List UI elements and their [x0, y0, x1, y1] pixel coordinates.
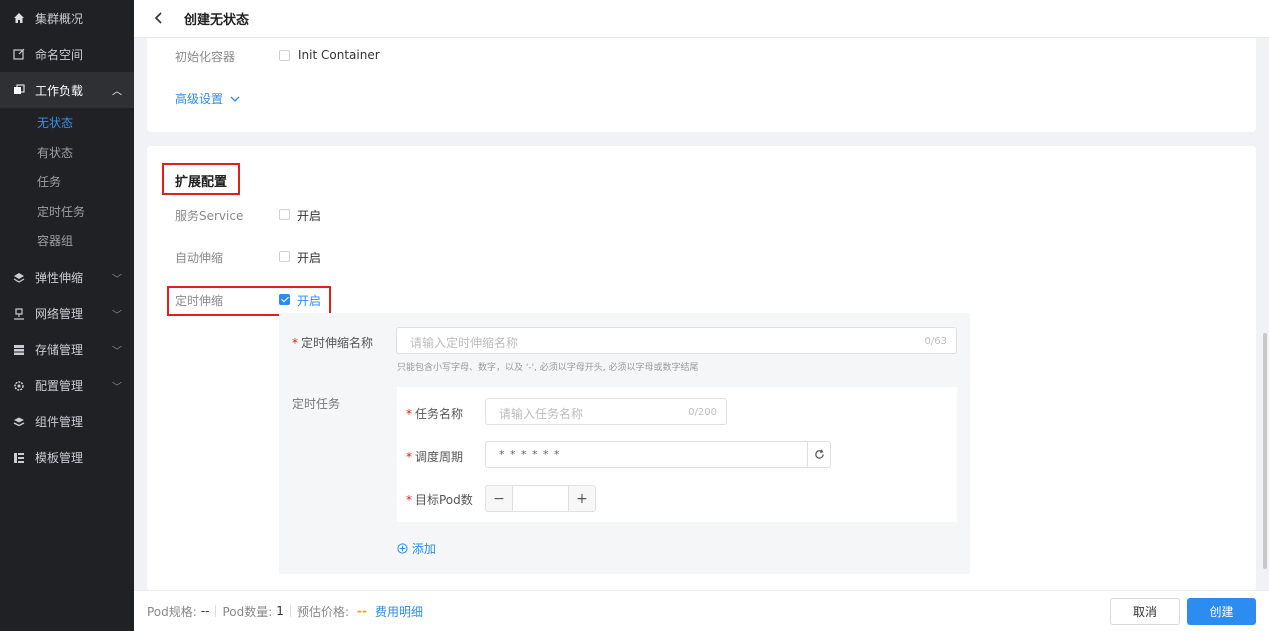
gear-icon: [12, 379, 26, 393]
task-name-label: * 任务名称: [406, 407, 464, 421]
autoscale-label: 自动伸缩: [175, 251, 224, 265]
sidebar-item-templates[interactable]: 模板管理: [0, 440, 134, 476]
sidebar-subitem-pod[interactable]: 容器组: [0, 226, 134, 256]
advanced-settings-label: 高级设置: [175, 92, 224, 106]
page-header: 创建无状态: [134, 0, 1269, 38]
price-label: 预估价格:: [296, 604, 349, 619]
sidebar-item-label: 集群概况: [35, 11, 84, 26]
sidebar-item-network[interactable]: 网络管理 ﹀: [0, 296, 134, 332]
sidebar-item-workload[interactable]: 工作负载 ︿: [0, 72, 134, 108]
sidebar-item-namespace[interactable]: 命名空间: [0, 36, 134, 72]
sidebar-subitem-deployment[interactable]: 无状态: [0, 108, 134, 138]
sidebar-item-label: 组件管理: [35, 415, 84, 429]
plus-circle-icon: [397, 543, 408, 557]
sidebar-item-cluster-overview[interactable]: 集群概况: [0, 0, 134, 36]
scrollbar[interactable]: [1263, 333, 1267, 569]
chevron-down-icon: ﹀: [112, 382, 122, 393]
schedule-input[interactable]: * * * * * *: [485, 441, 831, 468]
cron-name-placeholder: 请输入定时伸缩名称: [410, 336, 519, 350]
chevron-down-icon: ﹀: [112, 310, 122, 321]
sidebar-item-label: 模板管理: [35, 451, 84, 465]
sidebar-item-label: 配置管理: [35, 379, 84, 393]
sidebar-item-label: 命名空间: [35, 47, 84, 62]
pod-count-label: Pod数量:: [222, 604, 273, 619]
task-name-count: 0/200: [688, 407, 717, 418]
target-pods-input[interactable]: [512, 485, 569, 512]
pod-spec-value: --: [200, 604, 210, 618]
cron-task-label: 定时任务: [292, 397, 341, 411]
cancel-button[interactable]: 取消: [1110, 598, 1180, 625]
service-checkbox[interactable]: [279, 209, 290, 220]
chevron-down-icon: ﹀: [112, 346, 122, 357]
layers-icon: [12, 415, 26, 429]
autoscale-checkbox[interactable]: [279, 251, 290, 262]
workload-icon: [12, 83, 26, 97]
advanced-settings-link[interactable]: 高级设置: [175, 90, 240, 107]
sidebar-subitem-cronjob[interactable]: 定时任务: [0, 197, 134, 227]
storage-icon: [12, 343, 26, 357]
cron-scale-label: 定时伸缩: [175, 294, 224, 308]
cron-name-hint: 只能包含小写字母、数字，以及 '-', 必须以字母开头, 必须以字母或数字结尾: [397, 363, 699, 373]
decrement-button[interactable]: −: [485, 485, 513, 512]
cron-name-count: 0/63: [924, 336, 947, 347]
refresh-icon[interactable]: [807, 442, 830, 467]
cron-scale-enable-text: 开启: [297, 294, 322, 308]
service-enable-text: 开启: [297, 209, 322, 223]
footer-bar: Pod规格: -- Pod数量: 1 预估价格: -- 费用明细: [134, 590, 1269, 631]
template-icon: [12, 451, 26, 465]
init-container-label: 初始化容器: [175, 50, 236, 64]
sidebar-item-label: 存储管理: [35, 343, 84, 357]
schedule-label: * 调度周期: [406, 450, 464, 464]
sidebar-item-storage[interactable]: 存储管理 ﹀: [0, 332, 134, 368]
chevron-down-icon: ﹀: [112, 274, 122, 285]
add-task-link[interactable]: 添加: [397, 540, 436, 557]
sidebar-item-components[interactable]: 组件管理: [0, 404, 134, 440]
sidebar-item-label: 弹性伸缩: [35, 271, 84, 285]
init-container-text: Init Container: [298, 48, 380, 62]
init-container-checkbox[interactable]: [279, 50, 290, 61]
home-icon: [12, 11, 26, 25]
chevron-down-icon: [230, 92, 240, 106]
cron-name-input[interactable]: 请输入定时伸缩名称 0/63: [396, 327, 957, 354]
scale-icon: [12, 271, 26, 285]
autoscale-enable-text: 开启: [297, 251, 322, 265]
cron-scale-checkbox[interactable]: [279, 294, 290, 305]
sidebar-item-config[interactable]: 配置管理 ﹀: [0, 368, 134, 404]
sidebar-item-label: 网络管理: [35, 307, 84, 321]
sidebar-subitem-job[interactable]: 任务: [0, 167, 134, 197]
sidebar-subitem-statefulset[interactable]: 有状态: [0, 138, 134, 168]
section-title: 扩展配置: [175, 175, 228, 190]
edit-icon: [12, 47, 26, 61]
cron-name-label: * 定时伸缩名称: [292, 336, 374, 350]
sidebar-item-autoscaling[interactable]: 弹性伸缩 ﹀: [0, 260, 134, 296]
page-title: 创建无状态: [184, 13, 250, 28]
sidebar-item-label: 工作负载: [35, 83, 84, 98]
divider: [289, 605, 291, 617]
task-name-placeholder: 请输入任务名称: [499, 407, 584, 421]
divider: [215, 605, 217, 617]
fee-detail-link[interactable]: 费用明细: [375, 603, 423, 620]
back-arrow-icon[interactable]: [154, 9, 168, 28]
pod-spec-label: Pod规格:: [147, 604, 197, 619]
network-icon: [12, 307, 26, 321]
chevron-up-icon: ︿: [112, 86, 122, 98]
sidebar: 集群概况 命名空间 工作负载 ︿ 无状态 有状态 任务 定时任务 容器组 弹性伸…: [0, 0, 134, 631]
create-button[interactable]: 创建: [1187, 598, 1256, 625]
task-name-input[interactable]: 请输入任务名称 0/200: [485, 398, 727, 425]
service-label: 服务Service: [175, 209, 244, 223]
pod-count-value: 1: [276, 604, 284, 618]
schedule-value: * * * * * *: [499, 448, 561, 461]
price-value: --: [356, 604, 367, 618]
add-task-label: 添加: [411, 542, 436, 556]
increment-button[interactable]: +: [568, 485, 596, 512]
target-pods-label: * 目标Pod数: [406, 493, 473, 507]
